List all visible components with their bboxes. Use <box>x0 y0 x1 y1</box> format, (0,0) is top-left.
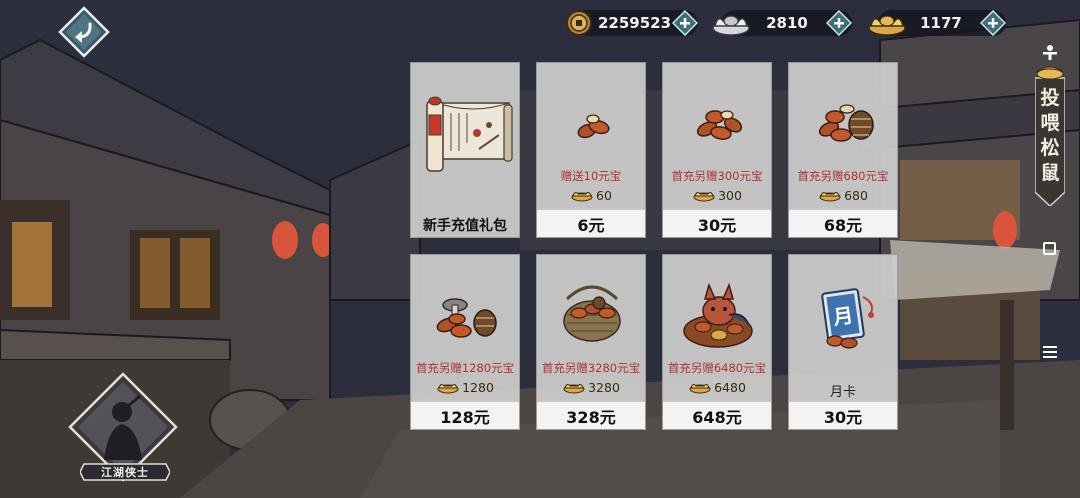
price-label: 6元 <box>537 209 645 237</box>
bonus-text: 首充另赠3280元宝 <box>541 361 641 375</box>
player-title: 江湖侠士 <box>101 466 149 479</box>
gold-ingot-icon <box>563 383 585 394</box>
gold-ingot-icon <box>571 191 593 202</box>
price-label: 328元 <box>537 401 645 429</box>
pine-nuts-cone-icon <box>818 104 874 142</box>
gold-ingot-icon <box>689 383 711 394</box>
shop-card-monthly[interactable]: 月 月卡 30元 <box>788 254 898 430</box>
gold-amount: 1280 <box>462 379 494 395</box>
gold-amount: 6480 <box>714 379 746 395</box>
bonus-text: 赠送10元宝 <box>560 169 622 183</box>
monthly-card-glyph: 月 <box>831 303 855 330</box>
gold-ingot-amount: 1177 <box>920 14 962 32</box>
price-label: 128元 <box>411 401 519 429</box>
shop-card-328[interactable]: 首充另赠3280元宝 3280 328元 <box>536 254 646 430</box>
copper-coin-bar: 2259523 <box>566 10 698 36</box>
silver-ingot-icon <box>712 15 750 36</box>
copper-coin-amount: 2259523 <box>598 14 672 32</box>
shop-card-68[interactable]: 首充另赠680元宝 680 68元 <box>788 62 898 238</box>
squirrel-treasure-icon <box>683 282 753 348</box>
feed-squirrel-label: 投喂松鼠 <box>1040 87 1060 184</box>
add-gold-ingot-button[interactable] <box>980 10 1006 36</box>
recent-apps-button[interactable] <box>1043 242 1056 255</box>
add-copper-coin-button[interactable] <box>672 10 698 36</box>
gold-ingot-icon <box>819 191 841 202</box>
bonus-text: 首充另赠680元宝 <box>797 169 889 183</box>
gold-amount: 60 <box>596 187 612 203</box>
shop-card-30[interactable]: 首充另赠300元宝 300 30元 <box>662 62 772 238</box>
silver-ingot-bar: 2810 <box>712 10 852 36</box>
monthly-card-icon: 月 <box>821 288 874 349</box>
back-arrow-icon <box>58 6 110 58</box>
pine-nuts-pile-icon <box>696 110 743 140</box>
copper-coin-icon <box>566 10 592 36</box>
monthly-card-title: 月卡 <box>829 385 856 400</box>
person-icon <box>1043 45 1057 60</box>
price-label: 30元 <box>663 209 771 237</box>
add-silver-ingot-button[interactable] <box>826 10 852 36</box>
gold-reward: 1280 <box>411 379 519 395</box>
shop-card-6[interactable]: 赠送10元宝 60 6元 <box>536 62 646 238</box>
gold-ingot-icon <box>693 191 715 202</box>
gold-amount: 3280 <box>588 379 620 395</box>
pine-nuts-mushroom-icon <box>436 298 497 338</box>
gold-reward: 300 <box>663 187 771 203</box>
shop-card-starter-pack[interactable]: 新手充值礼包 <box>410 62 520 238</box>
gold-ingot-bar: 1177 <box>868 10 1006 36</box>
gold-ingot-icon <box>437 383 459 394</box>
back-button[interactable] <box>58 6 110 58</box>
gold-ingot-icon <box>868 15 906 36</box>
bonus-text: 首充另赠1280元宝 <box>415 361 515 375</box>
gold-reward: 3280 <box>537 379 645 395</box>
gold-reward: 60 <box>537 187 645 203</box>
price-label: 68元 <box>789 209 897 237</box>
starter-pack-title: 新手充值礼包 <box>423 218 507 234</box>
pine-nuts-basket-icon <box>563 285 621 342</box>
bonus-text: 首充另赠6480元宝 <box>667 361 767 375</box>
gold-amount: 680 <box>844 187 868 203</box>
silver-ingot-amount: 2810 <box>766 14 808 32</box>
price-label: 648元 <box>663 401 771 429</box>
pine-nuts-icon <box>577 114 610 139</box>
menu-icon[interactable] <box>1043 346 1057 358</box>
shop-card-648[interactable]: 首充另赠6480元宝 6480 648元 <box>662 254 772 430</box>
gold-amount: 300 <box>718 187 742 203</box>
bonus-text: 首充另赠300元宝 <box>671 169 763 183</box>
shop-card-128[interactable]: 首充另赠1280元宝 1280 128元 <box>410 254 520 430</box>
gold-reward: 680 <box>789 187 897 203</box>
price-label: 30元 <box>789 401 897 429</box>
gift-scroll-icon <box>426 96 513 172</box>
gold-reward: 6480 <box>663 379 771 395</box>
